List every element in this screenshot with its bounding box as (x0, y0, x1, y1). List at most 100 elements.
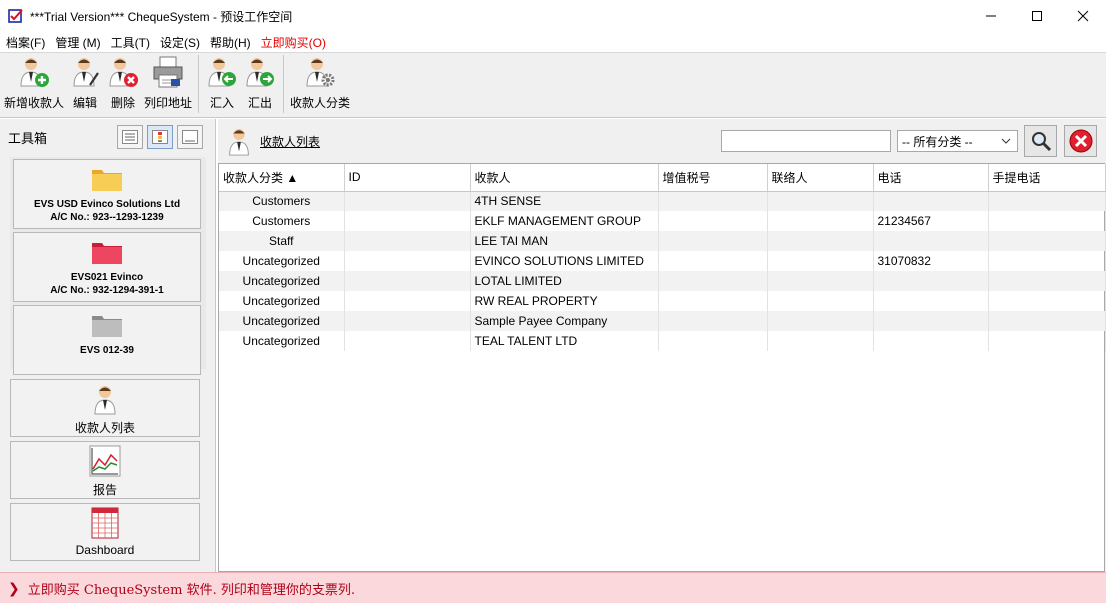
account-name: EVS 012-39 (80, 345, 134, 356)
col-header-payee[interactable]: 收款人 (470, 164, 659, 192)
icon-view-button[interactable] (147, 125, 173, 149)
menu-buy-now[interactable]: 立即购买(O) (261, 34, 326, 51)
toolbar-separator (198, 55, 200, 113)
export-button[interactable]: 汇出 (241, 55, 279, 117)
account-list: EVS USD Evinco Solutions Ltd A/C No.: 92… (10, 157, 206, 375)
account-number: A/C No.: 932-1294-391-1 (50, 285, 164, 296)
cell-category: Staff (219, 231, 345, 251)
table-row[interactable]: Uncategorized EVINCO SOLUTIONS LIMITED 3… (219, 251, 1106, 271)
category-select[interactable]: -- 所有分类 -- (897, 130, 1018, 152)
maximize-icon (1032, 11, 1042, 21)
search-input[interactable] (721, 130, 891, 152)
add-user-icon (20, 58, 49, 87)
table-row[interactable]: Uncategorized TEAL TALENT LTD (219, 331, 1106, 351)
table-header-row: 收款人分类 ▲ ID 收款人 增值税号 联络人 电话 手提电话 (219, 164, 1106, 192)
table-row[interactable]: Uncategorized LOTAL LIMITED (219, 271, 1106, 291)
icon-view-icon (152, 130, 168, 144)
cell-contact (767, 211, 874, 231)
minimize-button[interactable] (968, 0, 1014, 32)
status-bar[interactable]: ❯ 立即购买 ChequeSystem 软件. 列印和管理你的支票列. (0, 572, 1106, 603)
col-header-phone[interactable]: 电话 (873, 164, 989, 192)
nav-report[interactable]: 报告 (10, 441, 200, 499)
account-name: EVS USD Evinco Solutions Ltd (33, 199, 181, 210)
edit-button[interactable]: 编辑 (66, 55, 104, 117)
add-payee-button[interactable]: 新增收款人 (2, 55, 66, 117)
delete-user-icon (109, 58, 139, 87)
export-label: 汇出 (248, 96, 273, 110)
cell-payee: EVINCO SOLUTIONS LIMITED (470, 251, 659, 271)
cell-phone (873, 331, 989, 351)
menu-settings[interactable]: 设定(S) (160, 34, 200, 51)
printer-icon (153, 56, 183, 88)
col-header-mobile[interactable]: 手提电话 (988, 164, 1106, 192)
cell-vat-no (658, 311, 768, 331)
cell-payee: Sample Payee Company (470, 311, 659, 331)
account-number: A/C No.: 923--1293-1239 (50, 212, 164, 223)
list-view-button[interactable] (117, 125, 143, 149)
menu-tools[interactable]: 工具(T) (111, 34, 150, 51)
cell-contact (767, 271, 874, 291)
cell-mobile (988, 271, 1106, 291)
close-window-button[interactable] (1060, 0, 1106, 32)
cell-payee: RW REAL PROPERTY (470, 291, 659, 311)
cell-vat-no (658, 211, 768, 231)
cell-mobile (988, 231, 1106, 251)
user-icon (94, 386, 116, 415)
payee-category-button[interactable]: 收款人分类 (288, 55, 352, 117)
cell-phone (873, 231, 989, 251)
single-view-icon (182, 130, 198, 144)
cell-vat-no (658, 331, 768, 351)
edit-user-icon (73, 58, 99, 87)
col-header-contact[interactable]: 联络人 (767, 164, 874, 192)
search-button[interactable] (1024, 125, 1057, 157)
col-header-category[interactable]: 收款人分类 ▲ (219, 164, 345, 192)
nav-dashboard[interactable]: Dashboard (10, 503, 200, 561)
cell-category: Customers (219, 211, 345, 231)
status-message[interactable]: 立即购买 ChequeSystem 软件. 列印和管理你的支票列. (28, 579, 355, 598)
delete-button[interactable]: 删除 (104, 55, 142, 117)
cell-contact (767, 311, 874, 331)
cell-id (344, 331, 471, 351)
minimize-icon (986, 15, 996, 17)
account-card[interactable]: EVS 012-39 (13, 305, 201, 375)
nav-payee-list[interactable]: 收款人列表 (10, 379, 200, 437)
table-row[interactable]: Staff LEE TAI MAN (219, 231, 1106, 251)
nav-payee-list-label: 收款人列表 (74, 421, 135, 435)
menu-file[interactable]: 档案(F) (6, 34, 45, 51)
list-view-icon (122, 130, 138, 144)
table-row[interactable]: Uncategorized Sample Payee Company (219, 311, 1106, 331)
user-gear-icon (306, 58, 335, 87)
cell-payee: LOTAL LIMITED (470, 271, 659, 291)
cell-mobile (988, 211, 1106, 231)
cell-category: Uncategorized (219, 251, 345, 271)
cell-mobile (988, 191, 1106, 211)
cell-contact (767, 251, 874, 271)
col-header-id[interactable]: ID (344, 164, 471, 192)
page-title[interactable]: 收款人列表 (260, 133, 320, 150)
print-address-button[interactable]: 列印地址 (142, 55, 194, 117)
single-view-button[interactable] (177, 125, 203, 149)
cell-payee: 4TH SENSE (470, 191, 659, 211)
cell-id (344, 211, 471, 231)
table-row[interactable]: Customers EKLF MANAGEMENT GROUP 21234567 (219, 211, 1106, 231)
clear-search-button[interactable] (1064, 125, 1097, 157)
toolbar: 新增收款人 编辑 删除 列印地址 汇入 汇出 收款人分类 (0, 52, 1106, 118)
import-button[interactable]: 汇入 (203, 55, 241, 117)
menu-help[interactable]: 帮助(H) (210, 34, 251, 51)
cell-id (344, 231, 471, 251)
account-card[interactable]: EVS021 Evinco A/C No.: 932-1294-391-1 (13, 232, 201, 302)
cell-phone (873, 271, 989, 291)
table-row[interactable]: Uncategorized RW REAL PROPERTY (219, 291, 1106, 311)
maximize-button[interactable] (1014, 0, 1060, 32)
account-card[interactable]: EVS USD Evinco Solutions Ltd A/C No.: 92… (13, 159, 201, 229)
folder-icon (92, 316, 122, 337)
table-row[interactable]: Customers 4TH SENSE (219, 191, 1106, 211)
cell-id (344, 291, 471, 311)
col-header-vat-no[interactable]: 增值税号 (658, 164, 768, 192)
cell-vat-no (658, 231, 768, 251)
close-icon (1077, 10, 1089, 22)
cell-contact (767, 331, 874, 351)
line-chart-icon (89, 445, 121, 477)
menu-manage[interactable]: 管理 (M) (55, 34, 100, 51)
import-label: 汇入 (210, 96, 235, 110)
